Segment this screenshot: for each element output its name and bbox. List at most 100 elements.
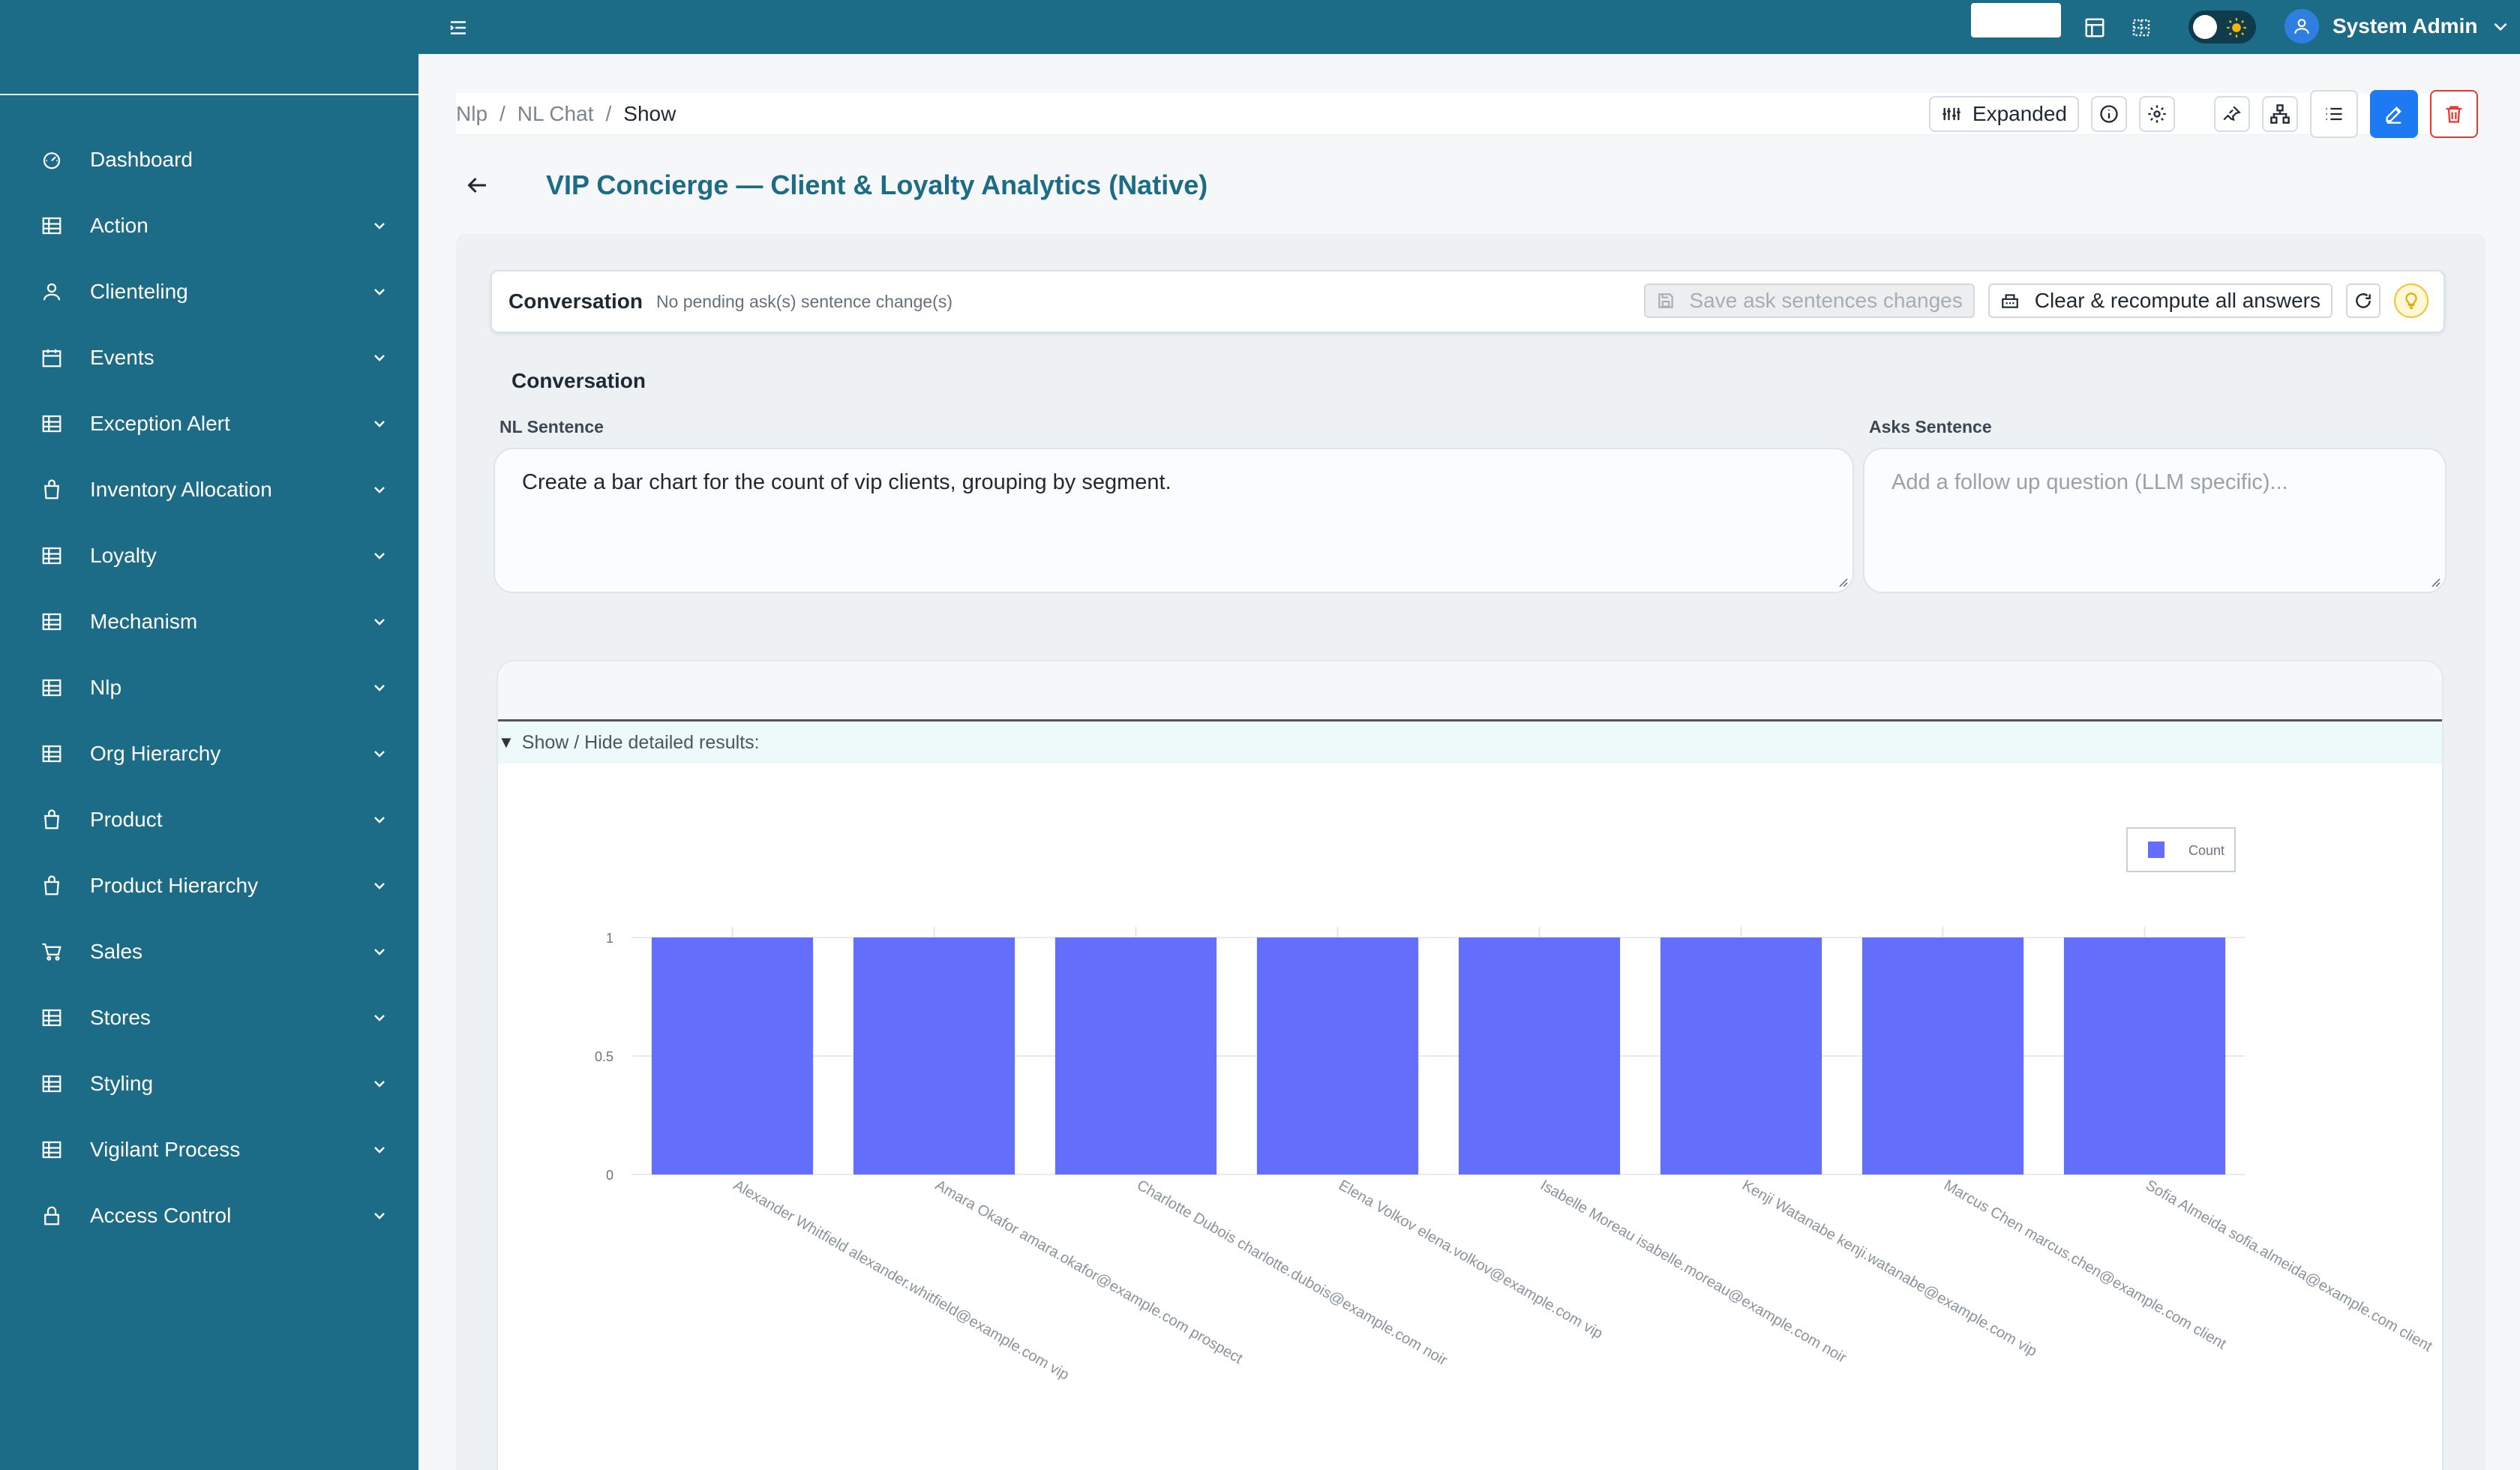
lock-icon <box>40 1204 63 1227</box>
chevron-down-icon <box>370 1075 388 1093</box>
breadcrumb-item-nl-chat[interactable]: NL Chat <box>518 102 594 126</box>
clear-recompute-button[interactable]: Clear & recompute all answers <box>1988 284 2332 318</box>
list-icon <box>2324 104 2344 124</box>
sidebar-item-label: Sales <box>90 940 143 963</box>
edit-button[interactable] <box>2370 90 2418 138</box>
x-tick-label: Amara Okafor amara.okafor@example.com pr… <box>932 1177 1246 1367</box>
user-name: System Admin <box>2332 14 2478 38</box>
legend-label: Count <box>2188 843 2224 858</box>
user-icon <box>40 280 63 303</box>
delete-button[interactable] <box>2430 90 2478 138</box>
breadcrumb-separator: / <box>605 101 612 125</box>
asks-sentence-placeholder: Add a follow up question (LLM specific).… <box>1892 470 2288 494</box>
page-header: VIP Concierge — Client & Loyalty Analyti… <box>464 166 1208 204</box>
grid-icon <box>40 1138 63 1161</box>
gear-icon <box>2146 104 2168 124</box>
toggle-knob <box>2193 15 2217 39</box>
sidebar-item-sales[interactable]: Sales <box>0 919 418 985</box>
sidebar-item-product-hierarchy[interactable]: Product Hierarchy <box>0 853 418 919</box>
settings-button[interactable] <box>2139 96 2175 132</box>
detailed-results-label: Show / Hide detailed results: <box>521 731 760 753</box>
topbar-search-box[interactable] <box>1971 3 2061 38</box>
save-ask-sentences-button[interactable]: Save ask sentences changes <box>1644 284 1975 318</box>
chevron-down-icon <box>370 943 388 961</box>
breadcrumb-item-nlp[interactable]: Nlp <box>456 102 488 126</box>
result-card-header <box>498 662 2442 722</box>
sidebar-item-label: Clienteling <box>90 280 188 303</box>
resize-grip-icon[interactable] <box>2428 575 2440 587</box>
breadcrumb-current: Show <box>623 101 676 125</box>
chevron-down-icon <box>370 877 388 895</box>
chevron-down-icon <box>370 217 388 235</box>
info-icon <box>2098 104 2120 124</box>
legend-swatch <box>2148 842 2164 858</box>
sidebar-item-exception-alert[interactable]: Exception Alert <box>0 391 418 457</box>
save-icon <box>1656 291 1676 310</box>
eraser-icon <box>2000 291 2020 310</box>
pin-button[interactable] <box>2214 96 2250 132</box>
sidebar-item-label: Dashboard <box>90 148 193 171</box>
sidebar-item-access-control[interactable]: Access Control <box>0 1183 418 1249</box>
bar-chart: 0 0.5 1 Alexander Whitfield alexander.whitf… <box>595 827 2435 1384</box>
theme-toggle[interactable] <box>2188 10 2256 44</box>
info-button[interactable] <box>2091 96 2127 132</box>
sidebar-item-label: Product <box>90 808 163 831</box>
user-menu[interactable]: System Admin <box>2284 9 2510 44</box>
chevron-down-icon <box>370 547 388 565</box>
sidebar-item-label: Mechanism <box>90 610 198 633</box>
menu-toggle-icon[interactable] <box>447 16 470 39</box>
sidebar-item-stores[interactable]: Stores <box>0 985 418 1051</box>
resize-grip-icon[interactable] <box>1836 575 1848 587</box>
bag-icon <box>40 808 63 831</box>
chevron-down-icon <box>370 613 388 631</box>
nl-sentence-textarea[interactable]: Create a bar chart for the count of vip … <box>494 448 1854 593</box>
triangle-down-icon: ▼ <box>498 733 514 752</box>
trash-icon <box>2444 104 2464 124</box>
sidebar-item-events[interactable]: Events <box>0 325 418 391</box>
grid-icon <box>40 214 63 237</box>
sidebar-item-product[interactable]: Product <box>0 787 418 853</box>
expanded-toggle-button[interactable]: Expanded <box>1928 96 2079 132</box>
hierarchy-icon <box>2270 104 2290 124</box>
hint-button[interactable] <box>2394 284 2428 318</box>
chevron-down-icon <box>370 1207 388 1225</box>
list-button[interactable] <box>2310 90 2358 138</box>
pending-status: No pending ask(s) sentence change(s) <box>656 291 952 311</box>
dashboard-icon <box>40 148 63 171</box>
arrow-left-icon[interactable] <box>464 172 490 199</box>
bar <box>853 938 1016 1174</box>
apps-grid-icon[interactable] <box>2130 16 2152 39</box>
conversation-panel: Conversation No pending ask(s) sentence … <box>456 234 2486 1470</box>
chevron-down-icon <box>2491 16 2510 36</box>
hierarchy-button[interactable] <box>2262 96 2298 132</box>
sidebar-item-action[interactable]: Action <box>0 193 418 259</box>
sidebar-item-label: Vigilant Process <box>90 1138 241 1161</box>
chevron-down-icon <box>370 349 388 367</box>
sidebar-item-styling[interactable]: Styling <box>0 1051 418 1117</box>
chevron-down-icon <box>370 679 388 697</box>
user-avatar-icon <box>2284 9 2319 44</box>
pin-icon <box>2222 104 2242 124</box>
asks-sentence-textarea[interactable]: Add a follow up question (LLM specific).… <box>1863 448 2446 593</box>
page-title: VIP Concierge — Client & Loyalty Analyti… <box>546 170 1208 200</box>
breadcrumb-separator: / <box>500 101 506 125</box>
x-tick-label: Charlotte Dubois charlotte.dubois@exampl… <box>1134 1177 1450 1369</box>
sidebar-item-inventory-allocation[interactable]: Inventory Allocation <box>0 457 418 523</box>
detailed-results-toggle[interactable]: ▼ Show / Hide detailed results: <box>498 722 2442 764</box>
bag-icon <box>40 874 63 897</box>
layout-icon[interactable] <box>2084 16 2106 39</box>
asks-sentence-label: Asks Sentence <box>1869 417 1992 436</box>
breadcrumb-bar: Nlp / NL Chat / Show Expanded <box>456 90 2478 138</box>
sidebar-item-dashboard[interactable]: Dashboard <box>0 127 418 193</box>
sidebar-item-loyalty[interactable]: Loyalty <box>0 523 418 589</box>
y-tick-label: 1 <box>606 931 614 946</box>
sidebar-item-clienteling[interactable]: Clienteling <box>0 259 418 325</box>
bar <box>1660 938 1822 1174</box>
sidebar: Dashboard Action Clienteling Events Exceptio… <box>0 0 418 1470</box>
sidebar-item-vigilant-process[interactable]: Vigilant Process <box>0 1117 418 1183</box>
refresh-button[interactable] <box>2346 284 2380 318</box>
sidebar-item-org-hierarchy[interactable]: Org Hierarchy <box>0 721 418 787</box>
pencil-icon <box>2384 104 2404 124</box>
sidebar-item-mechanism[interactable]: Mechanism <box>0 589 418 655</box>
sidebar-item-nlp[interactable]: Nlp <box>0 655 418 721</box>
